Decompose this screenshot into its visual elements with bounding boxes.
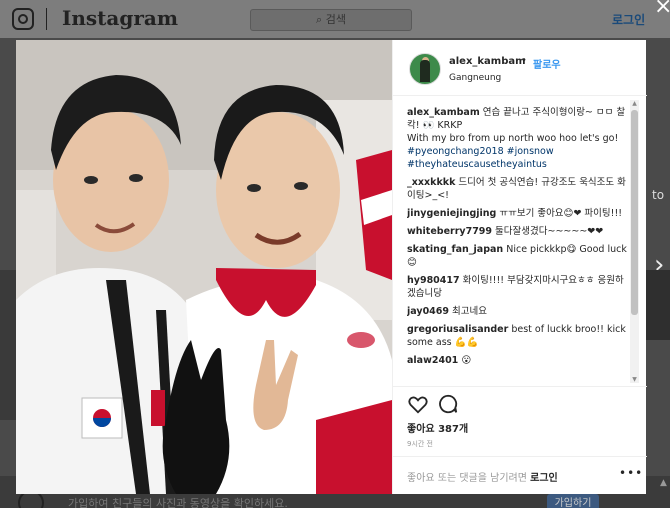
- list-item: gregoriusalisander best of luckk broo!! …: [407, 323, 627, 349]
- comment-text: 최고네요: [449, 306, 487, 317]
- comment-user[interactable]: jay0469: [407, 306, 449, 317]
- like-count[interactable]: 좋아요 387개: [407, 420, 468, 435]
- comment-text: ㅠㅠ보기 좋아요😊❤ 파이팅!!!: [496, 208, 623, 219]
- search-icon: ⌕: [316, 13, 326, 26]
- post-username[interactable]: alex_kambam: [449, 56, 526, 67]
- background-image-right: [646, 270, 670, 340]
- scroll-up-icon[interactable]: ▲: [630, 100, 639, 107]
- search-placeholder: 검색: [325, 13, 346, 26]
- list-item: _xxxkkkk 드디어 첫 공식연습! 규강조도 욱식조도 화이팅>_<!: [407, 176, 627, 202]
- more-options-icon[interactable]: •••: [619, 466, 643, 480]
- signup-button[interactable]: 가입하기: [547, 494, 599, 508]
- list-item: whiteberry7799 둘다잘생겼다~~~~~❤❤: [407, 225, 627, 238]
- comment-user[interactable]: alex_kambam: [407, 107, 480, 118]
- list-item: jay0469 최고네요: [407, 305, 627, 318]
- comment-user[interactable]: skating_fan_japan: [407, 244, 503, 255]
- comment-hashtags[interactable]: #pyeongchang2018 #jonsnow #theyhateuscau…: [407, 146, 554, 170]
- comment-user[interactable]: whiteberry7799: [407, 226, 492, 237]
- korea-flag-patch: [81, 397, 123, 439]
- post-photo[interactable]: [16, 40, 392, 494]
- comment-user[interactable]: jinygeniejingjing: [407, 208, 496, 219]
- comment-bubble-icon[interactable]: [437, 393, 459, 415]
- comment-user[interactable]: alaw2401: [407, 355, 458, 366]
- comment-user[interactable]: hy980417: [407, 275, 460, 286]
- logo-divider: [46, 8, 47, 30]
- avatar-body: [420, 60, 430, 82]
- post-photo-illustration: [16, 40, 392, 494]
- search-input[interactable]: ⌕ 검색: [250, 9, 412, 31]
- list-item: jinygeniejingjing ㅠㅠ보기 좋아요😊❤ 파이팅!!!: [407, 207, 627, 220]
- list-item: hy980417 화이팅!!!! 부담갖지마시구요ㅎㅎ 응원하겠습니당: [407, 274, 627, 300]
- close-icon[interactable]: ×: [654, 0, 670, 18]
- scrollbar-thumb[interactable]: [631, 110, 638, 315]
- add-comment-bar: 좋아요 또는 댓글을 남기려면 로그인 •••: [393, 456, 647, 494]
- background-image-left: [0, 270, 16, 420]
- list-item: alex_kambam 연습 끝나고 주식이형이랑~ ㅁㅁ 찰칵! 👀 KRKP…: [407, 106, 627, 171]
- post-modal: alex_kambam • 팔로우 Gangneung alex_kambam …: [16, 40, 647, 494]
- comment-user[interactable]: _xxxkkkk: [407, 177, 455, 188]
- post-sidebar: alex_kambam • 팔로우 Gangneung alex_kambam …: [392, 40, 647, 494]
- scroll-down-icon[interactable]: ▼: [630, 376, 639, 383]
- header-login-link[interactable]: 로그인: [612, 11, 645, 28]
- post-location[interactable]: Gangneung: [449, 73, 501, 83]
- avatar[interactable]: [409, 53, 441, 85]
- post-timestamp: 9시간 전: [407, 440, 433, 448]
- signup-banner-text: 가입하여 친구들의 사진과 동영상을 확인하세요.: [68, 497, 288, 508]
- comment-user[interactable]: gregoriusalisander: [407, 324, 508, 335]
- add-comment-login-link[interactable]: 로그인: [530, 473, 558, 484]
- comments-list: alex_kambam 연습 끝나고 주식이형이랑~ ㅁㅁ 찰칵! 👀 KRKP…: [407, 106, 627, 388]
- post-actions: 좋아요 387개 9시간 전: [393, 386, 647, 456]
- background-side-text: to: [652, 188, 665, 202]
- follow-button[interactable]: 팔로우: [533, 56, 561, 71]
- post-header: alex_kambam • 팔로우 Gangneung: [393, 40, 647, 96]
- caret-up-icon[interactable]: ▲: [660, 478, 667, 488]
- heart-icon[interactable]: [407, 393, 429, 415]
- add-comment-text: 좋아요 또는 댓글을 남기려면: [407, 473, 531, 484]
- comment-text: 둘다잘생겼다~~~~~❤❤: [492, 226, 604, 237]
- separator-dot: •: [521, 55, 527, 66]
- list-item: skating_fan_japan Nice pickkkp😋 Good luc…: [407, 243, 627, 269]
- list-item: alaw2401 😮: [407, 354, 627, 367]
- instagram-wordmark[interactable]: Instagram: [62, 6, 178, 30]
- comment-text: 😮: [458, 355, 472, 366]
- instagram-camera-icon[interactable]: [12, 8, 34, 30]
- add-comment-prompt: 좋아요 또는 댓글을 남기려면 로그인: [407, 469, 558, 484]
